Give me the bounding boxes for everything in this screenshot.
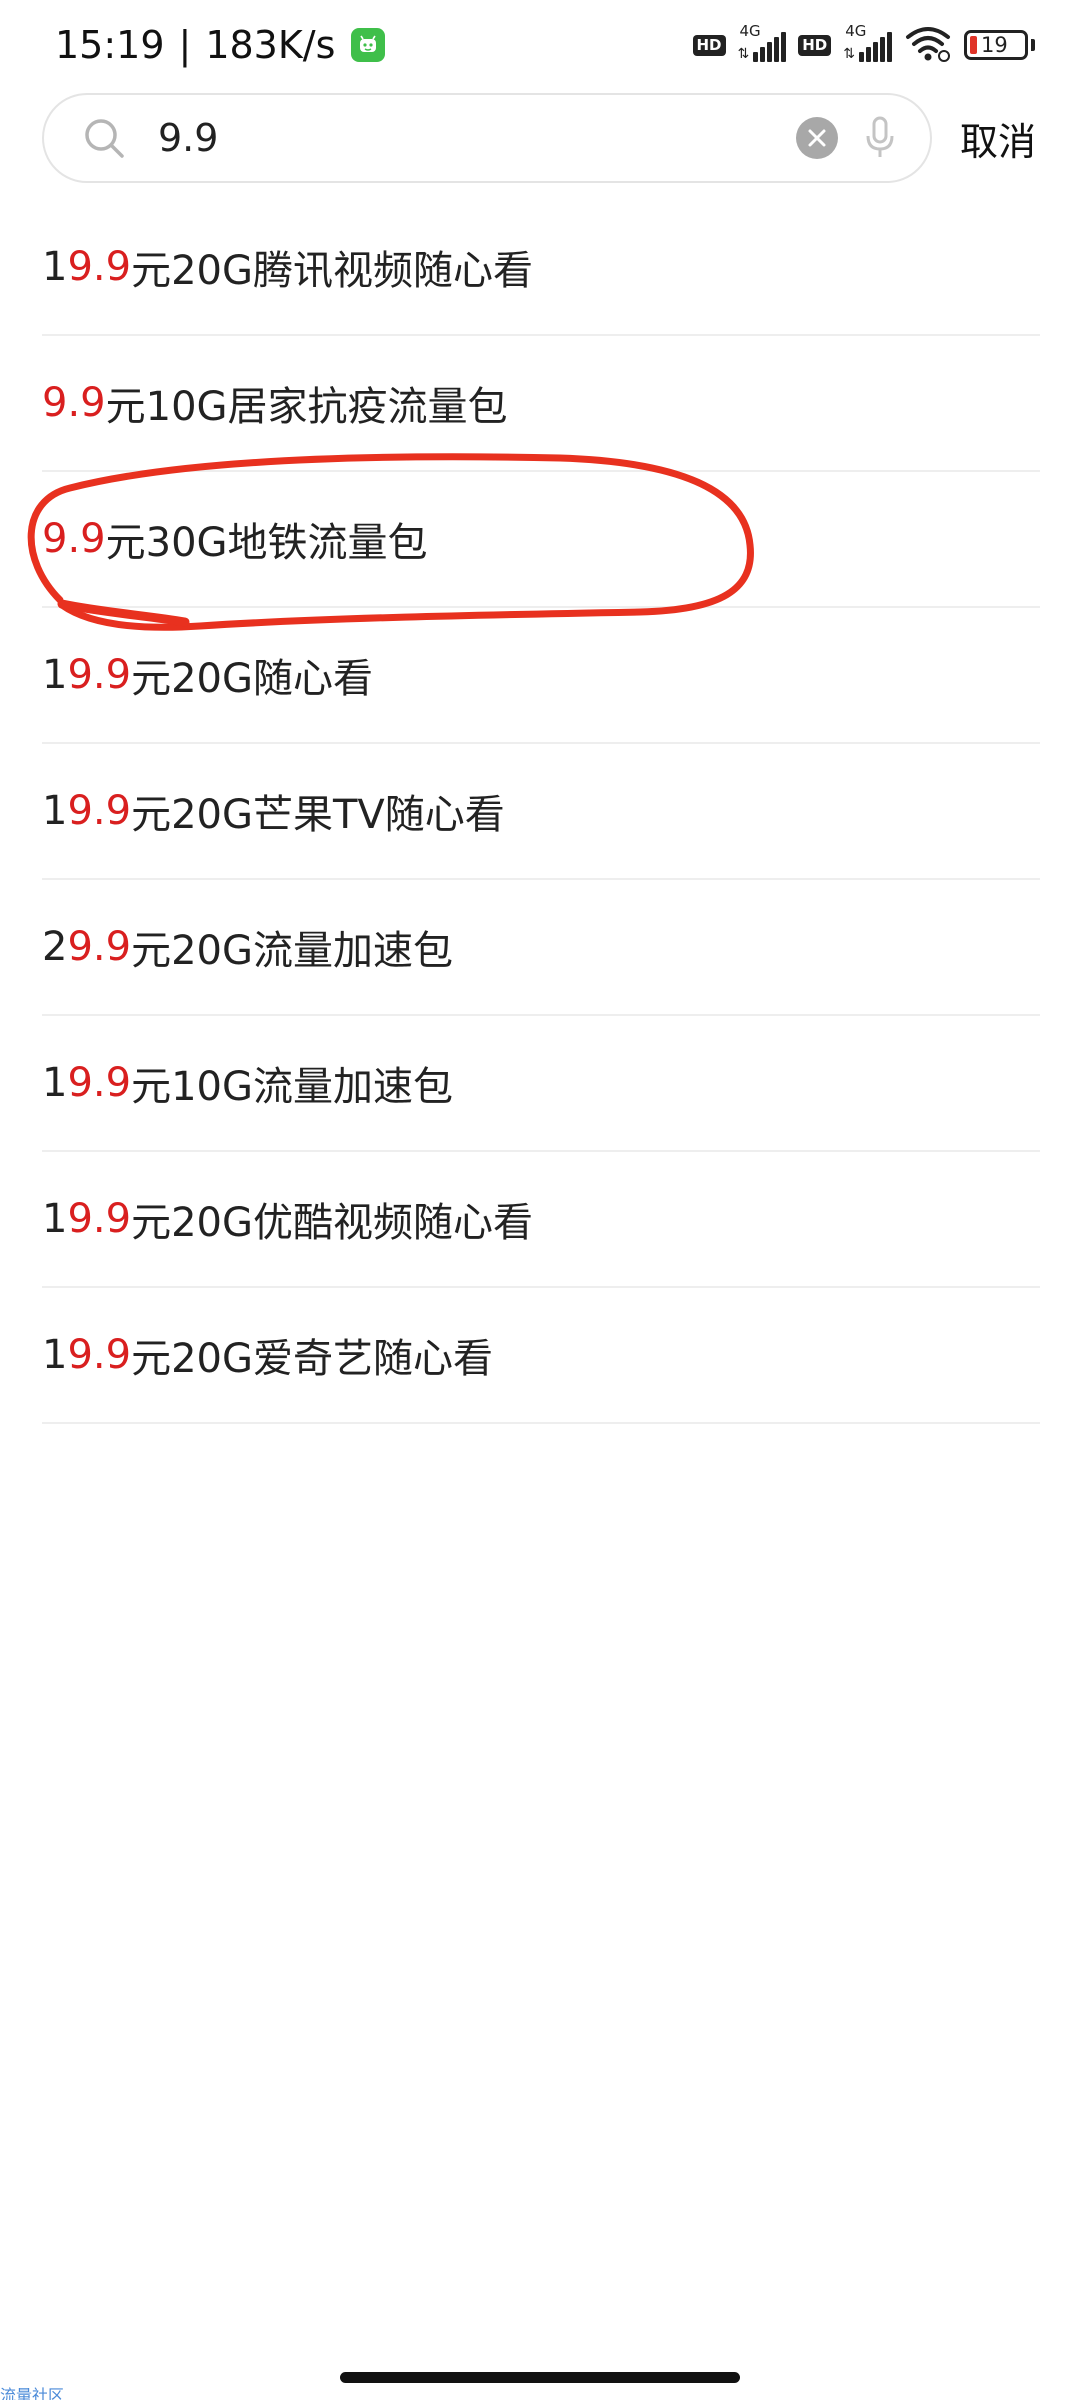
- result-prefix: 1: [42, 244, 68, 290]
- result-highlight: 9.9: [67, 1060, 132, 1106]
- result-suffix: 元30G地铁流量包: [105, 520, 428, 566]
- wifi-icon: [904, 24, 952, 66]
- result-highlight: 9.9: [42, 380, 106, 426]
- search-input[interactable]: [158, 116, 796, 160]
- signal-icon: 4G ⇅: [843, 22, 892, 62]
- result-prefix: 1: [42, 788, 68, 834]
- watermark: 流量社区: [0, 2386, 65, 2400]
- battery-icon: 19: [964, 30, 1035, 60]
- result-prefix: 2: [42, 924, 68, 970]
- hd-badge: HD: [692, 34, 726, 56]
- result-item[interactable]: 1 9.9 元10G流量加速包: [42, 1016, 1040, 1152]
- clock: 15:19: [55, 23, 165, 67]
- result-prefix: 1: [42, 652, 68, 698]
- result-suffix: 元10G流量加速包: [131, 1064, 453, 1110]
- result-suffix: 元20G芒果TV随心看: [131, 792, 505, 838]
- signal-icon: 4G ⇅: [738, 22, 787, 62]
- network-type-label: 4G: [845, 22, 867, 40]
- result-prefix: 1: [42, 1196, 68, 1242]
- clear-icon[interactable]: [796, 117, 838, 159]
- result-item[interactable]: 9.9 元30G地铁流量包: [42, 472, 1040, 608]
- home-indicator[interactable]: [340, 2372, 740, 2383]
- result-highlight: 9.9: [67, 1196, 132, 1242]
- result-suffix: 元10G居家抗疫流量包: [105, 384, 508, 430]
- status-bar: 15:19 | 183K/s HD 4G ⇅ HD 4G ⇅ 19: [0, 0, 1080, 90]
- result-highlight: 9.9: [67, 244, 132, 290]
- result-item[interactable]: 2 9.9 元20G流量加速包: [42, 880, 1040, 1016]
- network-speed: 183K/s: [205, 23, 336, 67]
- search-page: 15:19 | 183K/s HD 4G ⇅ HD 4G ⇅ 19 9.9 取消…: [0, 0, 1080, 2400]
- result-item[interactable]: 1 9.9 元20G腾讯视频随心看: [42, 200, 1040, 336]
- result-prefix: 1: [42, 1332, 68, 1378]
- status-separator: |: [178, 23, 192, 67]
- result-highlight: 9.9: [67, 788, 132, 834]
- network-type-label: 4G: [739, 22, 761, 40]
- result-item[interactable]: 1 9.9 元20G优酷视频随心看: [42, 1152, 1040, 1288]
- result-prefix: 1: [42, 1060, 68, 1106]
- battery-percent: 19: [981, 33, 1008, 57]
- result-suffix: 元20G爱奇艺随心看: [131, 1336, 493, 1382]
- result-suffix: 元20G优酷视频随心看: [131, 1200, 533, 1246]
- result-item[interactable]: 1 9.9 元20G爱奇艺随心看: [42, 1288, 1040, 1424]
- status-left: 15:19 | 183K/s: [55, 23, 386, 67]
- result-highlight: 9.9: [67, 924, 132, 970]
- app-notification-icon: [351, 28, 386, 62]
- search-box[interactable]: [42, 93, 932, 183]
- search-icon: [80, 114, 128, 162]
- battery-level-fill: [970, 36, 977, 54]
- hd-badge: HD: [798, 34, 832, 56]
- cancel-button[interactable]: 取消: [960, 111, 1036, 166]
- status-right: HD 4G ⇅ HD 4G ⇅ 19: [692, 22, 1035, 66]
- search-results-list: 1 9.9 元20G腾讯视频随心看 9.9 元10G居家抗疫流量包 9.9 元30G地铁…: [42, 200, 1040, 1424]
- result-suffix: 元20G腾讯视频随心看: [131, 248, 533, 294]
- microphone-icon[interactable]: [860, 114, 900, 162]
- result-item[interactable]: 9.9 元10G居家抗疫流量包: [42, 336, 1040, 472]
- result-highlight: 9.9: [42, 516, 106, 562]
- result-highlight: 9.9: [67, 652, 132, 698]
- result-item[interactable]: 1 9.9 元20G芒果TV随心看: [42, 744, 1040, 880]
- result-item[interactable]: 1 9.9 元20G随心看: [42, 608, 1040, 744]
- result-suffix: 元20G随心看: [131, 656, 373, 702]
- result-highlight: 9.9: [67, 1332, 132, 1378]
- search-header: 取消: [42, 93, 1042, 183]
- result-suffix: 元20G流量加速包: [131, 928, 453, 974]
